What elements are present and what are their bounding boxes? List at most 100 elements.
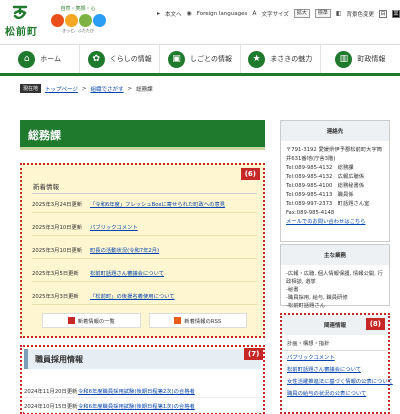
town-emblem-icon — [12, 5, 28, 20]
color-black-button[interactable]: 黒 — [392, 9, 400, 18]
news-link[interactable]: 松前町話題さん審議会について — [90, 269, 164, 277]
font-reset-button[interactable]: 標準 — [314, 9, 331, 18]
news-rss-label: 新着情報のRSS — [184, 318, 222, 325]
home-icon: ⌂ — [18, 50, 36, 68]
contact-line: Tel:089-985-4113 職員係 — [286, 192, 354, 198]
nav-label: 町政情報 — [357, 55, 386, 63]
duty-line: -秘書 — [286, 287, 299, 293]
nav-label: しごとの情報 — [190, 55, 232, 63]
duties-body: -広報・広聴, 個人情報保護, 情報公開, 行政相談, 選挙 -秘書 -職員採用… — [281, 265, 389, 315]
town-slogan-logo: 自然・笑顔・心 きっと、ふたたび — [40, 5, 116, 35]
breadcrumb-current: 総務課 — [136, 86, 153, 93]
news-section: (6) 新着情報 2025年3月24日更新 「令和6年度」フレッシュBoxに寄せ… — [20, 163, 265, 338]
contact-box: 連絡先 〒791-3192 愛媛県伊予郡松前町大字筒井631番地(庁舎3階) T… — [280, 120, 390, 242]
leaf-icon: ✿ — [87, 50, 105, 68]
foreign-languages-link[interactable]: Foreign languages — [197, 11, 248, 17]
contact-line: Tel:089-997-2373 町話題さん室 — [286, 201, 370, 207]
job-link[interactable]: 令和6年度職員採用試験(後期日程第2次)の合格者 — [78, 387, 195, 395]
rss-icon — [174, 317, 182, 324]
nav-living[interactable]: ✿ くらしの情報 — [80, 45, 161, 73]
home-small-icon: ▸ — [157, 10, 161, 17]
slogan-top-text: 自然・笑顔・心 — [60, 6, 96, 12]
color-change-label: 背景色変更 — [346, 11, 375, 18]
news-link[interactable]: 町長の活動状況(令和7年2月) — [90, 246, 159, 254]
slogan-circles — [40, 14, 116, 27]
breadcrumb-separator: > — [127, 85, 133, 92]
nav-work[interactable]: ▣ しごとの情報 — [160, 45, 241, 73]
contact-line: Tel:089-985-4132 広報広聴係 — [286, 174, 365, 180]
contact-fax: Fax:089-985-4148 — [286, 210, 335, 216]
news-list-button[interactable]: 新着情報の一覧 — [42, 313, 141, 328]
slogan-circle — [78, 14, 92, 27]
related-badge: (8) — [365, 318, 385, 330]
nav-label: くらしの情報 — [109, 55, 152, 63]
related-link[interactable]: 女性活躍推進法に基づく情報の公表について — [282, 375, 393, 387]
text-size-icon: A — [252, 10, 257, 17]
news-badge: (6) — [240, 168, 260, 180]
nav-government[interactable]: ▥ 町政情報 — [321, 45, 400, 73]
news-buttons: 新着情報の一覧 新着情報のRSS — [42, 313, 247, 328]
related-box: (8) 関連情報 計画・構想・指針 パブリックコメント 松前町話題さん審議会につ… — [280, 313, 393, 414]
slogan-circle — [64, 14, 78, 27]
contact-title: 連絡先 — [281, 121, 389, 141]
star-icon: ★ — [248, 50, 266, 68]
nav-attractions[interactable]: ★ まさきの魅力 — [241, 45, 321, 73]
breadcrumb-separator: > — [81, 85, 87, 92]
job-section: 職員採用情報 (7) 2024年11月20日更新 令和6年度職員採用試験(後期日… — [20, 345, 265, 414]
news-row: 2025年3月24日更新 「令和6年度」フレッシュBoxに寄せられた町政への意見 — [32, 195, 257, 213]
related-link[interactable]: パブリックコメント — [282, 351, 388, 363]
news-rss-button[interactable]: 新着情報のRSS — [148, 313, 247, 328]
contact-body: 〒791-3192 愛媛県伊予郡松前町大字筒井631番地(庁舎3階) Tel:0… — [281, 141, 389, 232]
news-link[interactable]: 「令和6年度」フレッシュBoxに寄せられた町政への意見 — [90, 200, 225, 208]
palette-icon: ◧ — [335, 10, 342, 17]
contact-line: Tel:089-985-4132 総務課 — [286, 165, 354, 171]
news-date: 2025年3月3日更新 — [32, 293, 79, 300]
slogan-circle — [50, 14, 64, 27]
news-row: 2025年3月10日更新 町長の活動状況(令和7年2月) — [32, 241, 257, 259]
breadcrumb-top[interactable]: トップページ — [45, 85, 78, 93]
news-row: 2025年3月10日更新 パブリックコメント — [32, 218, 257, 236]
job-row: 2024年10月15日更新 令和6年度職員採用試験(後期日程第1次)の合格者 — [24, 400, 261, 413]
color-white-button[interactable]: 白 — [379, 9, 388, 18]
related-link[interactable]: 松前町話題さん審議会について — [282, 363, 388, 375]
news-date: 2025年3月5日更新 — [32, 270, 79, 277]
job-date: 2024年11月20日更新 — [24, 389, 78, 395]
site-header: 松前町 自然・笑顔・心 きっと、ふたたび ▸ 本文へ ◉ Foreign lan… — [0, 0, 400, 42]
duty-line: -職員採用, 給与, 職員研修 — [286, 295, 348, 301]
news-date: 2025年3月24日更新 — [32, 201, 83, 208]
list-icon — [67, 317, 75, 324]
duty-line: -松前町話題さん — [286, 303, 325, 309]
skip-to-content-link[interactable]: 本文へ — [165, 10, 182, 18]
font-enlarge-button[interactable]: 拡大 — [293, 9, 310, 18]
building-icon: ▥ — [335, 50, 353, 68]
duty-line: -広報・広聴, 個人情報保護, 情報公開, 行政相談, 選挙 — [286, 271, 383, 285]
slogan-circle — [92, 14, 106, 27]
town-logo[interactable]: 松前町 — [5, 4, 38, 38]
globe-icon: ◉ — [186, 10, 192, 17]
job-link[interactable]: 令和6年度職員採用試験(後期日程第1次)の合格者 — [78, 402, 195, 410]
related-link[interactable]: 職員の給与の状況の公表について — [282, 387, 388, 399]
breadcrumb-org[interactable]: 組織でさがす — [91, 85, 124, 93]
contact-mail-link[interactable]: メールでのお問い合わせはこちら — [286, 218, 384, 227]
global-nav: ⌂ ホーム ✿ くらしの情報 ▣ しごとの情報 ★ まさきの魅力 ▥ 町政情報 — [0, 44, 400, 76]
news-row: 2025年3月5日更新 松前町話題さん審議会について — [32, 264, 257, 282]
duties-title: 主な業務 — [281, 245, 389, 265]
nav-home[interactable]: ⌂ ホーム — [0, 45, 81, 73]
nav-label: まさきの魅力 — [270, 55, 313, 63]
news-link[interactable]: 「松前町」の後援名義使用について — [90, 292, 175, 300]
current-location-badge: 現在地 — [20, 84, 42, 93]
news-row: 2025年3月3日更新 「松前町」の後援名義使用について — [32, 287, 257, 305]
news-list-label: 新着情報の一覧 — [77, 318, 115, 325]
related-subtitle: 計画・構想・指針 — [282, 335, 388, 351]
news-date: 2025年3月10日更新 — [32, 247, 83, 254]
job-date: 2024年10月15日更新 — [24, 404, 78, 410]
job-title: 職員採用情報 — [24, 349, 261, 369]
slogan-bottom-text: きっと、ふたたび — [62, 28, 94, 33]
briefcase-icon: ▣ — [168, 50, 186, 68]
town-name: 松前町 — [5, 27, 38, 38]
news-divider — [32, 193, 257, 194]
news-link[interactable]: パブリックコメント — [90, 223, 138, 231]
duties-box: 主な業務 -広報・広聴, 個人情報保護, 情報公開, 行政相談, 選挙 -秘書 … — [280, 244, 390, 309]
nav-label: ホーム — [40, 55, 61, 63]
contact-line: Tel:089-985-4100 総務秘書係 — [286, 183, 365, 189]
